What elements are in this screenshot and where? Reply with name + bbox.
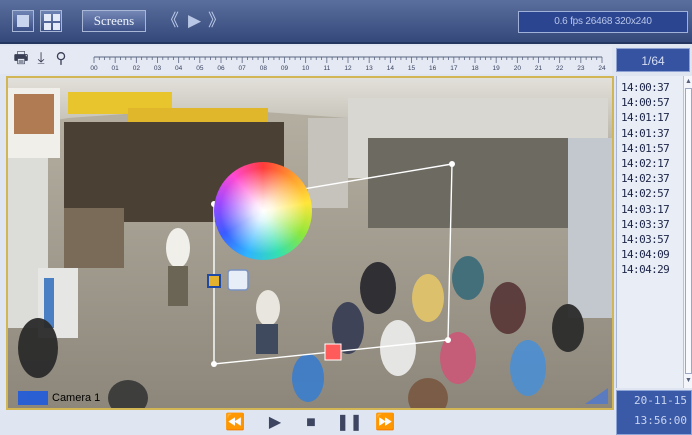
ruler-tick-label: 23 [577,65,585,72]
ruler-tick-label: 07 [239,65,247,72]
time-list-scrollbar[interactable]: ▲ ▼ [683,76,692,388]
time-list-item[interactable]: 14:01:57 [621,141,681,156]
ruler-tick-label: 10 [302,65,310,72]
ruler-tick-label: 11 [323,65,330,72]
ruler-tick-label: 01 [112,65,120,72]
current-date: 20-11-15 [634,394,687,407]
current-time: 13:56:00 [634,414,687,427]
camera-frame-image [8,78,612,408]
ruler-tick-label: 22 [556,65,564,72]
color-wheel-picker[interactable] [214,162,312,260]
scrollbar-thumb[interactable] [685,88,692,374]
ruler-tick-label: 13 [366,65,374,72]
timeline-toolbar: 🖶 ⤓ ⚲ 00 01 02 03 04 05 06 07 08 09 10 11 12 13 14 15 16… [0,46,612,74]
ruler-tick-label: 19 [493,65,501,72]
pause-icon[interactable]: ❚❚ [336,413,363,433]
time-list-item[interactable]: 14:01:17 [621,110,681,125]
time-list-item[interactable]: 14:04:09 [621,247,681,262]
magnifier-icon[interactable]: ⚲ [52,50,70,68]
video-view[interactable]: Camera 1 [6,76,614,410]
timeline-ruler-graphic: 00 01 02 03 04 05 06 07 08 09 10 11 12 13 14 15 16 17 18 19… [90,56,606,72]
ruler-tick-label: 21 [535,65,543,72]
quad-view-button[interactable] [40,10,62,32]
time-list-item[interactable]: 14:03:17 [621,202,681,217]
camera-color-tag [18,391,48,406]
play-icon[interactable]: ▶ [188,10,201,32]
page-indicator: 1/64 [616,48,690,72]
ruler-tick-label: 24 [598,65,606,72]
ruler-tick-label: 00 [90,65,98,72]
time-list-item[interactable]: 14:00:37 [621,80,681,95]
ruler-tick-label: 06 [217,65,225,72]
time-list-item[interactable]: 14:00:57 [621,95,681,110]
time-list-item[interactable]: 14:03:37 [621,217,681,232]
stream-status: 0.6 fps 26468 320x240 [518,11,688,33]
time-list-item[interactable]: 14:02:57 [621,186,681,201]
scroll-down-icon[interactable]: ▼ [684,376,692,386]
ruler-tick-label: 08 [260,65,268,72]
top-bar: Screens 《 ▶ 》 0.6 fps 26468 320x240 [0,0,692,44]
time-list-item[interactable]: 14:02:37 [621,171,681,186]
scroll-up-icon[interactable]: ▲ [684,77,692,87]
screens-button[interactable]: Screens [82,10,146,32]
camera-name-label: Camera 1 [18,390,100,406]
printer-icon[interactable]: 🖶 [12,50,30,68]
ruler-tick-label: 17 [450,65,458,72]
timeline-ruler[interactable]: 00 01 02 03 04 05 06 07 08 09 10 11 12 13 14 15 16 17 18 19… [88,54,608,72]
time-list-item[interactable]: 14:04:29 [621,262,681,277]
fast-forward-icon[interactable]: ⏩ [374,413,396,433]
ruler-tick-label: 12 [344,65,352,72]
ruler-tick-label: 16 [429,65,437,72]
current-datetime: 20-11-15 13:56:00 [616,390,692,435]
play-button-icon[interactable]: ▶ [264,413,286,433]
ruler-tick-label: 09 [281,65,289,72]
ruler-tick-label: 14 [387,65,395,72]
rewind-icon[interactable]: ⏪ [224,413,246,433]
ruler-tick-label: 20 [514,65,522,72]
camera-name-text: Camera 1 [52,392,101,404]
double-chevron-right-icon[interactable]: 》 [208,10,225,32]
double-chevron-left-icon[interactable]: 《 [162,10,179,32]
stop-icon[interactable]: ■ [300,413,322,433]
event-time-list[interactable]: 14:00:37 14:00:57 14:01:17 14:01:37 14:01:57… [616,76,692,388]
ruler-tick-label: 02 [133,65,141,72]
time-list-item[interactable]: 14:03:57 [621,232,681,247]
video-player-app: Screens 《 ▶ 》 0.6 fps 26468 320x240 🖶 ⤓ … [0,0,692,435]
download-icon[interactable]: ⤓ [32,50,50,68]
time-list-item[interactable]: 14:02:17 [621,156,681,171]
ruler-tick-label: 03 [154,65,162,72]
ruler-tick-label: 18 [471,65,479,72]
time-list-item[interactable]: 14:01:37 [621,126,681,141]
playback-controls: ⏪ ▶ ■ ❚❚ ⏩ [0,410,614,435]
ruler-tick-label: 15 [408,65,416,72]
ruler-tick-label: 04 [175,65,183,72]
ruler-tick-label: 05 [196,65,204,72]
single-view-button[interactable] [12,10,34,32]
